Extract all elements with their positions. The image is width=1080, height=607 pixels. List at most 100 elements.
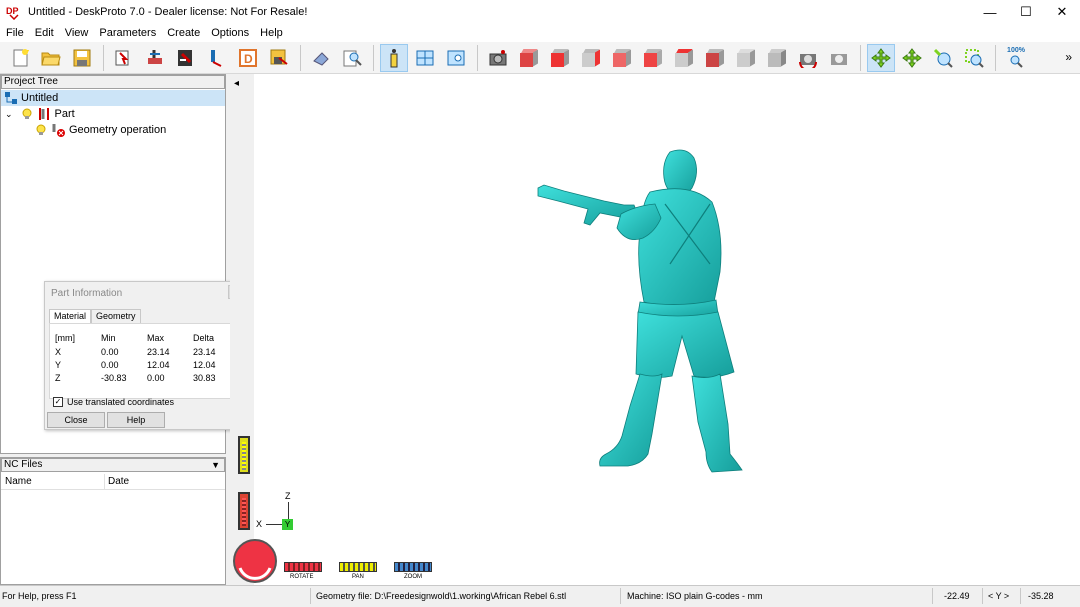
rotate-vertical-thumbwheel[interactable] bbox=[238, 492, 250, 530]
rotate-view-button[interactable] bbox=[794, 44, 822, 72]
row-axis-y: Y bbox=[55, 360, 62, 370]
view-bottom-button[interactable] bbox=[701, 44, 729, 72]
lightbulb-icon[interactable] bbox=[35, 124, 47, 136]
project-icon bbox=[5, 92, 17, 104]
zoom-label: ZOOM bbox=[404, 574, 422, 580]
menu-create[interactable]: Create bbox=[161, 27, 205, 39]
rotate-horizontal-thumbwheel[interactable] bbox=[284, 562, 322, 572]
cube-gray-icon bbox=[768, 48, 786, 67]
z-axis-label: Z bbox=[285, 491, 291, 501]
part-icon bbox=[38, 108, 49, 120]
close-window-button[interactable]: ✕ bbox=[1044, 0, 1080, 24]
y-max-value: 12.04 bbox=[147, 360, 170, 370]
new-file-button[interactable] bbox=[6, 44, 34, 72]
nc-files-header[interactable]: NC Files ▼ bbox=[1, 458, 225, 472]
minimize-button[interactable]: — bbox=[972, 0, 1008, 24]
menu-file[interactable]: File bbox=[0, 27, 29, 39]
column-divider[interactable] bbox=[104, 474, 105, 490]
checkbox-label: Use translated coordinates bbox=[67, 397, 175, 407]
part-parameters-button[interactable] bbox=[110, 44, 138, 72]
reset-view-button[interactable] bbox=[825, 44, 853, 72]
3d-model-soldier[interactable] bbox=[530, 144, 770, 494]
camera-button[interactable] bbox=[484, 44, 512, 72]
view-shaded-button[interactable] bbox=[763, 44, 791, 72]
rotate-arrows-icon bbox=[871, 47, 891, 68]
viewport-control-gutter: ◂ bbox=[230, 74, 254, 585]
checkbox-box[interactable]: ✓ bbox=[53, 397, 63, 407]
menu-options[interactable]: Options bbox=[205, 27, 254, 39]
z-min-value: -30.83 bbox=[101, 373, 127, 383]
tree-item-operation[interactable]: Geometry operation bbox=[35, 122, 166, 138]
zoom-window-button[interactable] bbox=[960, 44, 988, 72]
create-d-button[interactable]: D bbox=[234, 44, 262, 72]
help-button[interactable]: Help bbox=[107, 412, 165, 428]
tab-geometry[interactable]: Geometry bbox=[91, 309, 141, 323]
camera-icon bbox=[489, 49, 507, 65]
view-wire-button[interactable] bbox=[732, 44, 760, 72]
table-header-min: Min bbox=[101, 333, 116, 343]
single-view-button[interactable] bbox=[442, 44, 470, 72]
z-delta-value: 30.83 bbox=[193, 373, 216, 383]
save-file-button[interactable] bbox=[68, 44, 96, 72]
pan-thumbwheel[interactable] bbox=[238, 436, 250, 474]
print-button[interactable] bbox=[307, 44, 335, 72]
operation-error-icon bbox=[52, 124, 65, 137]
left-panel: Project Tree Untitled ⌄ Part Geometry op… bbox=[0, 74, 245, 585]
pan-horizontal-thumbwheel[interactable] bbox=[339, 562, 377, 572]
zoom-thumbwheel[interactable] bbox=[394, 562, 432, 572]
rotate-label: ROTATE bbox=[290, 574, 314, 580]
menu-view[interactable]: View bbox=[59, 27, 94, 39]
rotate-mode-button[interactable] bbox=[867, 43, 895, 72]
tree-root-label: Untitled bbox=[21, 92, 59, 104]
toolbar-overflow-button[interactable]: » bbox=[1065, 50, 1072, 64]
view-right-button[interactable] bbox=[577, 44, 605, 72]
tree-item-part[interactable]: ⌄ Part bbox=[5, 106, 75, 122]
open-file-button[interactable] bbox=[37, 44, 65, 72]
deskproto-app-icon[interactable]: DP bbox=[6, 4, 22, 21]
zoom-100-button[interactable]: 100% bbox=[1002, 44, 1030, 72]
operation-parameters-button[interactable] bbox=[172, 44, 200, 72]
part-information-button[interactable] bbox=[380, 43, 408, 72]
column-header-name[interactable]: Name bbox=[5, 476, 32, 487]
view-back-button[interactable] bbox=[608, 44, 636, 72]
tab-material[interactable]: Material bbox=[49, 309, 92, 323]
toolbar-separator bbox=[103, 44, 104, 71]
cube-back-icon bbox=[613, 48, 631, 67]
column-header-date[interactable]: Date bbox=[108, 476, 129, 487]
export-nc-button[interactable] bbox=[265, 44, 293, 72]
status-axis-indicator: < Y > bbox=[988, 591, 1010, 601]
table-header-delta: Delta bbox=[193, 333, 215, 343]
3d-viewport[interactable]: ◂ ROTATE PAN ZOOM Z X Y bbox=[230, 74, 1080, 585]
maximize-button[interactable]: ☐ bbox=[1008, 0, 1044, 24]
toolpath-parameters-button[interactable] bbox=[203, 44, 231, 72]
dropdown-arrow-icon[interactable]: ▼ bbox=[211, 459, 220, 471]
view-iso-button[interactable] bbox=[515, 44, 543, 72]
rotate-dial[interactable] bbox=[232, 538, 278, 584]
tree-item-root[interactable]: Untitled bbox=[1, 90, 225, 106]
tree-operation-label: Geometry operation bbox=[69, 124, 167, 136]
pan-label: PAN bbox=[352, 574, 364, 580]
close-button[interactable]: Close bbox=[47, 412, 105, 428]
zoom-in-button[interactable] bbox=[929, 44, 957, 72]
menu-edit[interactable]: Edit bbox=[29, 27, 59, 39]
lightbulb-icon[interactable] bbox=[21, 108, 33, 120]
dimensions-table: [mm] Min Max Delta X 0.00 23.14 23.14 Y … bbox=[49, 323, 242, 399]
cube-plain-icon bbox=[737, 48, 755, 67]
print-preview-button[interactable] bbox=[338, 44, 366, 72]
status-x-coordinate: -22.49 bbox=[944, 591, 970, 601]
chevron-down-icon[interactable]: ⌄ bbox=[5, 109, 13, 120]
view-front-button[interactable] bbox=[546, 44, 574, 72]
machine-icon bbox=[148, 49, 162, 64]
toolbar: D 100% » bbox=[0, 42, 1080, 74]
machine-parameters-button[interactable] bbox=[141, 44, 169, 72]
menu-help[interactable]: Help bbox=[254, 27, 288, 39]
view-top-button[interactable] bbox=[670, 44, 698, 72]
view-left-button[interactable] bbox=[639, 44, 667, 72]
table-header-unit: [mm] bbox=[55, 333, 75, 343]
translated-coordinates-checkbox[interactable]: ✓ Use translated coordinates bbox=[53, 397, 174, 407]
collapse-panel-arrow[interactable]: ◂ bbox=[234, 78, 239, 89]
split-view-button[interactable] bbox=[411, 44, 439, 72]
menu-parameters[interactable]: Parameters bbox=[93, 27, 161, 39]
eraser-icon bbox=[313, 51, 329, 66]
pan-mode-button[interactable] bbox=[898, 44, 926, 72]
